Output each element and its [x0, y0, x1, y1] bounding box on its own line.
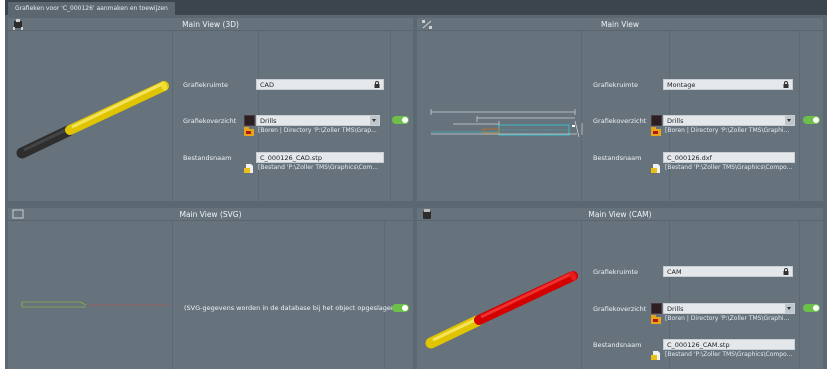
panel-header: Main View (CAM): [417, 208, 823, 221]
panel-divider: [799, 31, 800, 201]
tab-graphics-assignment[interactable]: Grafieken voor 'C_000126' aanmaken en to…: [8, 2, 175, 15]
graphic-overview-toggle[interactable]: [803, 116, 820, 124]
panel-main-view-cam: Main View (CAM) Grafiekruimte CAM Grafie…: [417, 208, 823, 369]
color-swatch: [651, 115, 662, 126]
graphic-overview-value: Drills: [667, 305, 684, 313]
filename-label: Bestandsnaam: [183, 154, 232, 162]
graphic-overview-dropdown[interactable]: Drills: [256, 115, 380, 126]
graphic-space-label: Grafiekruimte: [183, 81, 229, 89]
color-swatch: [651, 303, 662, 314]
folder-icon: [651, 127, 661, 136]
filename-input[interactable]: C_000126.dxf: [663, 152, 795, 163]
filename-input[interactable]: C_000126_CAD.stp: [256, 152, 384, 163]
chevron-down-icon[interactable]: [785, 116, 794, 125]
panel-main-view-3d: Main View (3D) Grafiekruimte CAD Grafiek…: [8, 18, 413, 201]
folder-icon: [244, 127, 254, 136]
tab-bar: Grafieken voor 'C_000126' aanmaken en to…: [5, 0, 827, 15]
graphic-overview-path: [Boren | Directory 'P:\Zoller TMS\Grap..…: [258, 127, 377, 134]
graphic-overview-label: Grafiekoverzicht: [183, 117, 237, 125]
filename-label: Bestandsnaam: [593, 341, 642, 349]
panel-divider: [581, 221, 582, 369]
filename-input[interactable]: C_000126_CAM.stp: [663, 339, 795, 350]
panel-divider: [390, 31, 391, 201]
lock-icon: [374, 81, 380, 88]
graphic-overview-toggle[interactable]: [803, 304, 820, 312]
panel-main-view: Main View Grafiekruimte Montage Grafieko…: [417, 18, 823, 201]
graphic-overview-value: Drills: [260, 117, 277, 125]
panel-divider: [172, 221, 173, 369]
svg-database-note: (SVG-gegevens worden in de database bij …: [184, 304, 398, 312]
file-icon: [651, 164, 660, 173]
panel-header: Main View (3D): [8, 18, 413, 31]
graphic-space-field: CAM: [663, 266, 793, 277]
3d-tool-preview[interactable]: [12, 73, 172, 163]
filename-value: C_000126_CAD.stp: [260, 154, 322, 162]
panel-title: Main View (3D): [182, 20, 239, 29]
filename-path: [Bestand 'P:\Zoller TMS\Graphics\Com...: [258, 164, 378, 171]
panel-divider: [799, 221, 800, 369]
graphic-space-field: Montage: [663, 79, 793, 90]
graphic-space-value: CAD: [260, 81, 274, 89]
graphic-space-field: CAD: [256, 79, 384, 90]
panel-main-view-svg: Main View (SVG) (SVG-gegevens worden in …: [8, 208, 413, 369]
graphic-overview-label: Grafiekoverzicht: [593, 117, 647, 125]
panel-title: Main View (SVG): [179, 210, 242, 219]
graphic-overview-path: [Boren | Directory 'P:\Zoller TMS\Graphi…: [665, 127, 790, 134]
panel-header: Main View (SVG): [8, 208, 413, 221]
file-icon: [651, 351, 660, 360]
file-icon: [244, 164, 253, 173]
graphic-overview-dropdown[interactable]: Drills: [663, 115, 795, 126]
filename-value: C_000126.dxf: [667, 154, 712, 162]
lock-icon: [783, 268, 789, 275]
graphic-space-label: Grafiekruimte: [593, 81, 639, 89]
graphic-space-value: CAM: [667, 268, 682, 276]
graphic-overview-value: Drills: [667, 117, 684, 125]
filename-label: Bestandsnaam: [593, 154, 642, 162]
chevron-down-icon[interactable]: [370, 116, 379, 125]
panel-header: Main View: [417, 18, 823, 31]
lock-icon: [783, 81, 789, 88]
graphic-overview-dropdown[interactable]: Drills: [663, 303, 795, 314]
folder-icon: [651, 315, 661, 324]
panel-title: Main View: [600, 20, 640, 29]
svg-toggle[interactable]: [392, 304, 409, 312]
graphic-overview-path: [Boren | Directory 'P:\Zoller TMS\Graphi…: [665, 315, 790, 322]
color-swatch: [244, 115, 255, 126]
graphic-space-value: Montage: [667, 81, 696, 89]
svg-tool-preview[interactable]: [20, 300, 170, 310]
graphic-overview-label: Grafiekoverzicht: [593, 305, 647, 313]
panel-title: Main View (CAM): [588, 210, 652, 219]
graphic-space-label: Grafiekruimte: [593, 268, 639, 276]
2d-drawing-preview[interactable]: [427, 103, 587, 148]
chevron-down-icon[interactable]: [785, 304, 794, 313]
graphic-overview-toggle[interactable]: [392, 116, 409, 124]
filename-path: [Bestand 'P:\Zoller TMS\Graphics\Compo..…: [665, 164, 793, 171]
filename-value: C_000126_CAM.stp: [667, 341, 730, 349]
panel-divider: [172, 31, 173, 201]
cam-tool-preview[interactable]: [421, 263, 581, 358]
filename-path: [Bestand 'P:\Zoller TMS\Graphics\Compo..…: [665, 351, 793, 358]
panel-divider: [384, 221, 385, 369]
graphics-assignment-window: Grafieken voor 'C_000126' aanmaken en to…: [5, 0, 827, 369]
